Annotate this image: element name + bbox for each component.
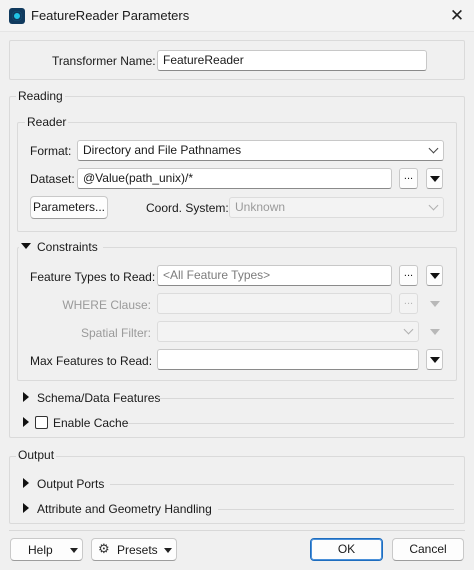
divider	[128, 423, 454, 424]
max-features-input[interactable]	[157, 349, 419, 370]
where-clause-menu-button[interactable]	[426, 293, 443, 314]
divider	[158, 398, 454, 399]
expand-right-icon	[23, 478, 29, 488]
constraints-label: Constraints	[37, 240, 98, 254]
window-title: FeatureReader Parameters	[31, 8, 190, 23]
caret-down-icon	[164, 548, 172, 553]
divider	[110, 484, 454, 485]
ok-button[interactable]: OK	[310, 538, 383, 561]
reader-label: Reader	[25, 115, 69, 129]
where-clause-label: WHERE Clause:	[62, 298, 151, 312]
dataset-label: Dataset:	[30, 172, 75, 186]
feature-types-input[interactable]: <All Feature Types>	[157, 265, 392, 286]
dataset-browse-button[interactable]: ...	[399, 168, 418, 189]
dataset-input[interactable]: @Value(path_unix)/*	[77, 168, 392, 189]
reading-label: Reading	[16, 89, 65, 103]
output-label: Output	[16, 448, 57, 462]
chevron-down-icon	[403, 324, 414, 335]
expand-right-icon	[23, 503, 29, 513]
expand-right-icon	[23, 392, 29, 402]
app-icon	[9, 8, 25, 24]
output-ports-toggle[interactable]: Output Ports	[37, 477, 104, 491]
coord-system-select[interactable]: Unknown	[229, 197, 444, 218]
coord-system-label: Coord. System:	[146, 201, 229, 215]
attribute-geometry-toggle[interactable]: Attribute and Geometry Handling	[37, 502, 212, 516]
spatial-filter-label: Spatial Filter:	[80, 326, 151, 340]
feature-types-browse-button[interactable]: ...	[399, 265, 418, 286]
chevron-down-icon	[428, 143, 439, 154]
where-clause-input[interactable]	[157, 293, 392, 314]
where-clause-browse-button[interactable]: ...	[399, 293, 418, 314]
enable-cache-checkbox[interactable]	[35, 416, 48, 429]
gear-icon: ⚙	[98, 541, 110, 556]
presets-button[interactable]: ⚙ Presets	[91, 538, 177, 561]
coord-system-value: Unknown	[235, 200, 286, 214]
cancel-button[interactable]: Cancel	[392, 538, 464, 561]
format-select[interactable]: Directory and File Pathnames	[77, 140, 444, 161]
max-features-label: Max Features to Read:	[30, 354, 153, 368]
schema-data-features-toggle[interactable]: Schema/Data Features	[37, 391, 160, 405]
transformer-name-input[interactable]: FeatureReader	[157, 50, 427, 71]
chevron-down-icon	[428, 200, 439, 211]
enable-cache-label[interactable]: Enable Cache	[53, 416, 128, 430]
parameters-button[interactable]: Parameters...	[30, 196, 108, 219]
feature-types-menu-button[interactable]	[426, 265, 443, 286]
max-features-menu-button[interactable]	[426, 349, 443, 370]
close-icon[interactable]: ✕	[447, 6, 467, 26]
caret-down-icon	[70, 548, 78, 553]
help-button[interactable]: Help	[10, 538, 83, 561]
feature-types-label: Feature Types to Read:	[30, 270, 156, 284]
presets-label: Presets	[117, 543, 158, 557]
expand-right-icon	[23, 417, 29, 427]
expand-down-icon	[21, 243, 31, 249]
spatial-filter-menu-button[interactable]	[426, 321, 443, 342]
format-label: Format:	[30, 144, 72, 158]
help-label: Help	[28, 543, 53, 557]
format-value: Directory and File Pathnames	[83, 143, 242, 157]
transformer-name-label: Transformer Name:	[52, 54, 156, 68]
divider	[218, 509, 454, 510]
spatial-filter-select[interactable]	[157, 321, 419, 342]
dataset-menu-button[interactable]	[426, 168, 443, 189]
footer-divider	[9, 530, 465, 531]
